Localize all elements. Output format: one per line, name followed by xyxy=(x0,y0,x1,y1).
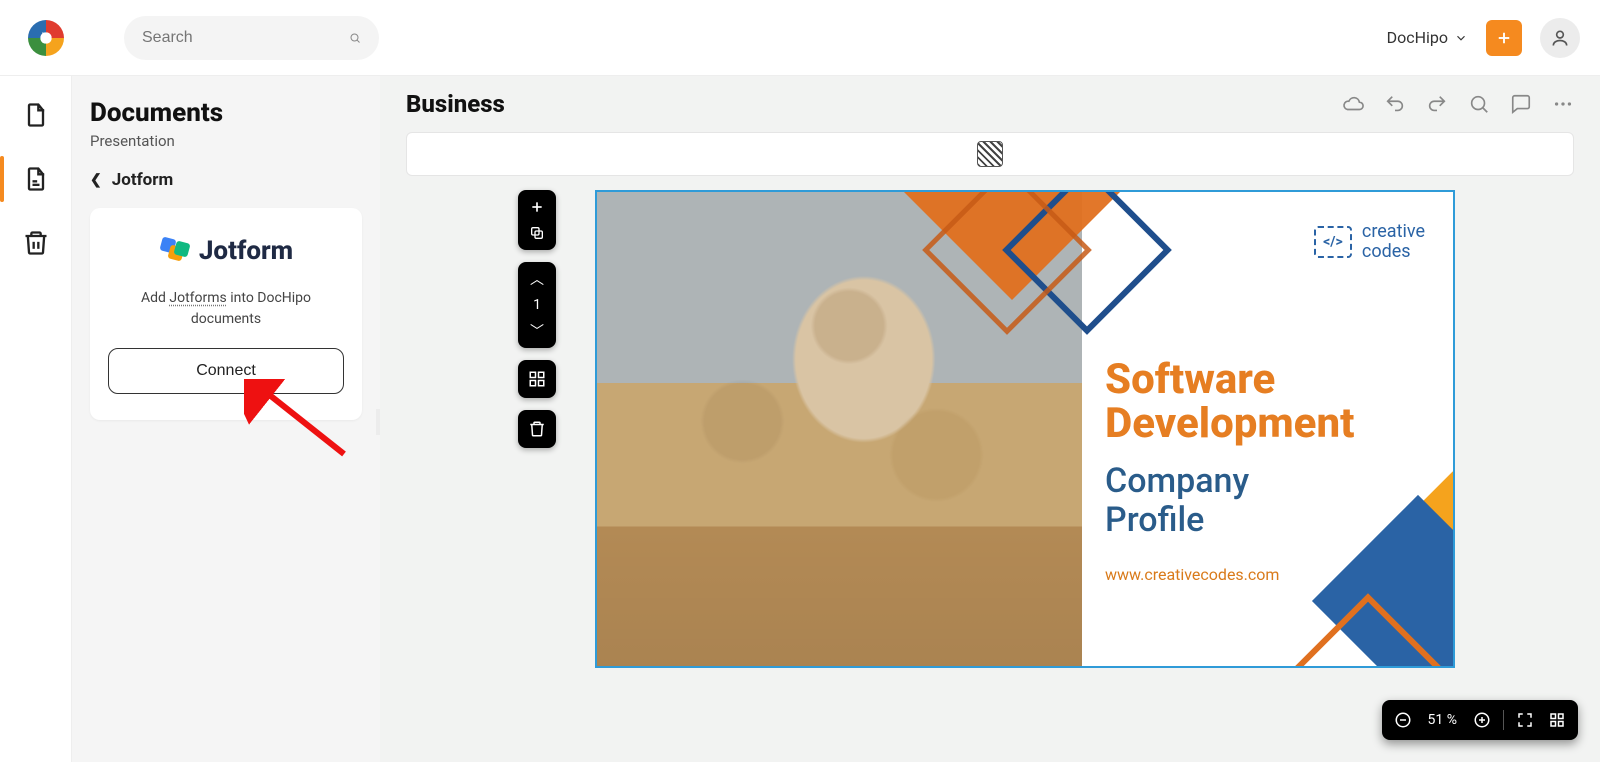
page-prev[interactable]: ︿ xyxy=(524,268,550,290)
page-number: 1 xyxy=(524,294,550,316)
plus-circle-icon xyxy=(1473,711,1491,729)
editor-stage: ︿ 1 ﹀ </> creative codes xyxy=(406,190,1574,668)
background-pattern-button[interactable] xyxy=(977,141,1003,167)
page-nav-group: ︿ 1 ﹀ xyxy=(518,262,556,348)
more-icon[interactable] xyxy=(1552,93,1574,115)
app-logo[interactable] xyxy=(28,20,64,56)
side-panel: Documents Presentation ❮ Jotform Jotform… xyxy=(72,76,380,762)
redo-icon[interactable] xyxy=(1426,93,1448,115)
chevron-down-icon xyxy=(1454,31,1468,45)
slide-url[interactable]: www.creativecodes.com xyxy=(1105,565,1279,584)
slide-brand-text: creative codes xyxy=(1362,222,1425,262)
panel-title: Documents xyxy=(90,98,362,128)
rail-documents[interactable] xyxy=(19,98,53,132)
sub-line2: Profile xyxy=(1105,501,1249,540)
canvas-area: Business ︿ 1 ﹀ xyxy=(380,76,1600,762)
rail-trash[interactable] xyxy=(19,226,53,260)
slide-brand-logo[interactable]: </> creative codes xyxy=(1314,222,1425,262)
duplicate-page-button[interactable] xyxy=(524,222,550,244)
comment-icon[interactable] xyxy=(1510,93,1532,115)
desc-prefix: Add xyxy=(141,290,169,306)
file-text-icon xyxy=(22,165,50,193)
integration-description: Add Jotforms into DocHipo documents xyxy=(108,288,344,330)
document-toolbar xyxy=(1342,93,1574,115)
chevron-left-icon: ❮ xyxy=(90,172,102,188)
trash-icon xyxy=(528,420,546,438)
connect-button[interactable]: Connect xyxy=(108,348,344,394)
jotform-logo: Jotform xyxy=(108,236,344,266)
brand-line2: codes xyxy=(1362,242,1425,262)
slide-subheadline[interactable]: Company Profile xyxy=(1105,462,1249,540)
search-field[interactable] xyxy=(124,16,379,60)
search-icon xyxy=(349,28,361,48)
desc-link[interactable]: Jotforms xyxy=(169,290,226,306)
minus-circle-icon xyxy=(1394,711,1412,729)
document-title: Business xyxy=(406,90,505,118)
zoom-value: 51 % xyxy=(1424,712,1461,728)
top-bar: DocHipo xyxy=(0,0,1600,76)
grid-icon xyxy=(1548,711,1566,729)
slide-canvas[interactable]: </> creative codes Software Development … xyxy=(595,190,1455,668)
file-icon xyxy=(22,101,50,129)
zoom-out-button[interactable] xyxy=(1392,709,1414,731)
page-controls: ︿ 1 ﹀ xyxy=(518,190,556,448)
jotform-wordmark: Jotform xyxy=(199,236,293,266)
plus-icon xyxy=(1495,29,1513,47)
fullscreen-button[interactable] xyxy=(1514,709,1536,731)
expand-icon xyxy=(1516,711,1534,729)
panel-back[interactable]: ❮ Jotform xyxy=(90,170,362,190)
separator xyxy=(1503,710,1504,730)
page-add-group xyxy=(518,190,556,250)
page-grid-button[interactable] xyxy=(518,360,556,398)
account-button[interactable] xyxy=(1540,18,1580,58)
code-icon: </> xyxy=(1314,226,1352,258)
page-delete-button[interactable] xyxy=(518,410,556,448)
brand-line1: creative xyxy=(1362,222,1425,242)
jotform-mark-icon xyxy=(159,236,189,266)
grid-icon xyxy=(528,370,546,388)
headline-line2: Development xyxy=(1105,402,1354,446)
cloud-sync-icon[interactable] xyxy=(1342,93,1364,115)
slide-text-area: </> creative codes Software Development … xyxy=(1105,222,1425,636)
find-icon[interactable] xyxy=(1468,93,1490,115)
sub-line1: Company xyxy=(1105,462,1249,501)
page-next[interactable]: ﹀ xyxy=(524,320,550,342)
copy-icon xyxy=(529,225,545,241)
undo-icon[interactable] xyxy=(1384,93,1406,115)
plus-icon xyxy=(529,199,545,215)
create-button[interactable] xyxy=(1486,20,1522,56)
headline-line1: Software xyxy=(1105,358,1354,402)
grid-view-button[interactable] xyxy=(1546,709,1568,731)
context-toolbar xyxy=(406,132,1574,176)
workspace-name: DocHipo xyxy=(1387,28,1448,47)
left-rail xyxy=(0,76,72,762)
document-header: Business xyxy=(380,76,1600,132)
slide-headline[interactable]: Software Development xyxy=(1105,358,1354,446)
workspace-dropdown[interactable]: DocHipo xyxy=(1387,28,1468,47)
integration-card: Jotform Add Jotforms into DocHipo docume… xyxy=(90,208,362,420)
add-page-button[interactable] xyxy=(524,196,550,218)
zoom-bar: 51 % xyxy=(1382,700,1578,740)
panel-back-label: Jotform xyxy=(112,170,173,190)
trash-icon xyxy=(22,229,50,257)
user-icon xyxy=(1550,28,1570,48)
rail-templates[interactable] xyxy=(19,162,53,196)
search-input[interactable] xyxy=(142,29,349,47)
panel-subtitle: Presentation xyxy=(90,132,362,150)
zoom-in-button[interactable] xyxy=(1471,709,1493,731)
